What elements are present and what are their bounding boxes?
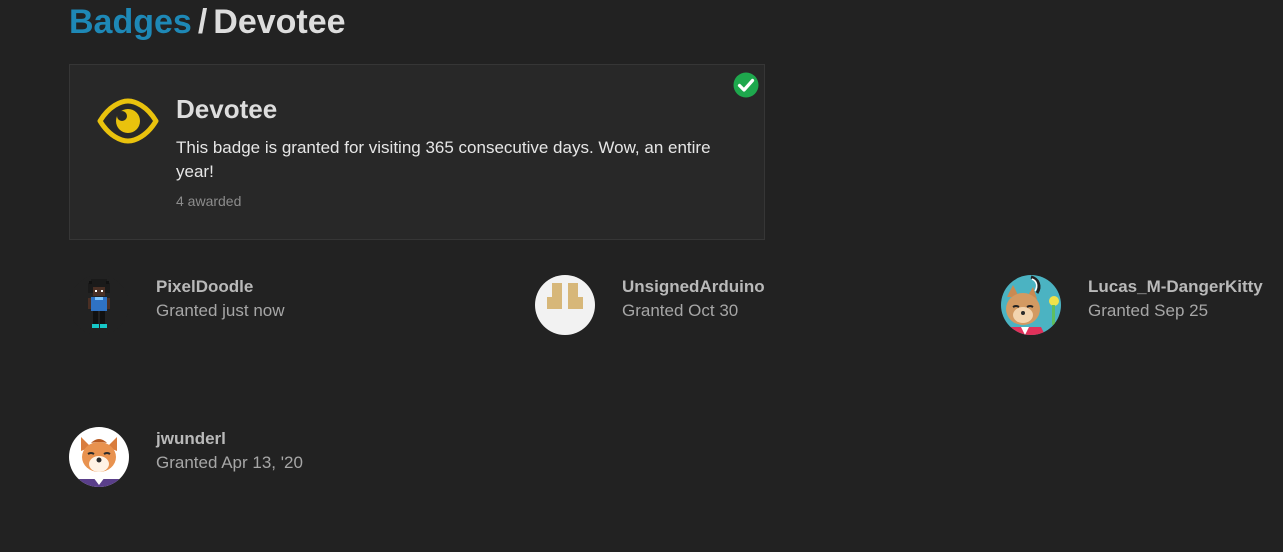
grant-item[interactable]: PixelDoodle Granted just now bbox=[69, 275, 489, 337]
grant-user-name[interactable]: Lucas_M-DangerKitty bbox=[1088, 277, 1263, 297]
breadcrumb-badges-link[interactable]: Badges bbox=[69, 3, 192, 41]
badge-detail-page: Badges / Devotee Devotee This badge is gra… bbox=[0, 0, 1283, 552]
badge-description: This badge is granted for visiting 365 c… bbox=[176, 138, 711, 181]
grant-user-name[interactable]: UnsignedArduino bbox=[622, 277, 765, 297]
grant-date: Granted just now bbox=[156, 301, 285, 320]
grant-user-name[interactable]: PixelDoodle bbox=[156, 277, 253, 297]
fox-avatar[interactable] bbox=[69, 427, 129, 487]
pixel-character-avatar[interactable] bbox=[69, 275, 129, 335]
grant-date: Granted Apr 13, '20 bbox=[156, 453, 303, 472]
grant-item[interactable]: jwunderl Granted Apr 13, '20 bbox=[69, 427, 489, 489]
badge-title: Devotee bbox=[176, 94, 278, 124]
grant-item[interactable]: UnsignedArduino Granted Oct 30 bbox=[535, 275, 955, 337]
grant-item[interactable]: Lucas_M-DangerKitty Granted Sep 25 bbox=[1001, 275, 1283, 337]
eye-icon bbox=[97, 98, 159, 144]
awarded-count: 4 awarded bbox=[176, 193, 242, 209]
breadcrumb: Badges / Devotee bbox=[69, 2, 346, 42]
breadcrumb-separator: / bbox=[197, 3, 208, 41]
grant-user-name[interactable]: jwunderl bbox=[156, 429, 226, 449]
grant-date: Granted Sep 25 bbox=[1088, 301, 1209, 320]
letter-avatar[interactable] bbox=[535, 275, 595, 335]
check-circle-icon bbox=[733, 72, 759, 98]
grant-date: Granted Oct 30 bbox=[622, 301, 739, 320]
page-title: Devotee bbox=[213, 3, 346, 41]
cat-avatar[interactable] bbox=[1001, 275, 1061, 335]
badge-card: Devotee This badge is granted for visiti… bbox=[69, 64, 765, 240]
